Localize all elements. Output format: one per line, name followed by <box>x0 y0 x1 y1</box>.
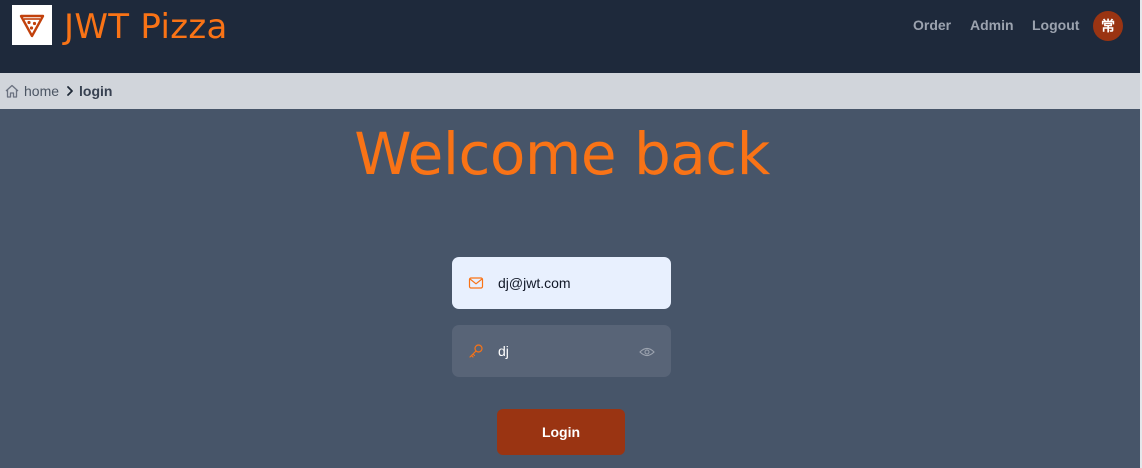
pizza-slice-icon <box>18 11 46 39</box>
brand-title[interactable]: JWT Pizza <box>64 7 228 47</box>
page-title: Welcome back <box>354 120 770 188</box>
eye-icon[interactable] <box>639 346 655 358</box>
logo[interactable] <box>12 5 52 45</box>
email-field[interactable] <box>452 257 671 309</box>
home-icon[interactable] <box>4 83 20 99</box>
nav-admin-link[interactable]: Admin <box>970 17 1014 33</box>
nav-order-link[interactable]: Order <box>913 17 951 33</box>
breadcrumb-home-link[interactable]: home <box>24 83 59 99</box>
login-button[interactable]: Login <box>497 409 625 455</box>
key-icon <box>468 343 484 359</box>
user-avatar[interactable]: 常 <box>1093 11 1123 41</box>
breadcrumb: home login <box>0 73 1140 109</box>
email-input[interactable] <box>496 274 640 292</box>
password-input[interactable] <box>496 342 640 360</box>
breadcrumb-current: login <box>79 83 113 99</box>
mail-icon <box>468 275 484 291</box>
top-navbar: JWT Pizza Order Admin Logout 常 <box>0 0 1140 73</box>
chevron-right-icon <box>65 85 75 97</box>
nav-logout-link[interactable]: Logout <box>1032 17 1079 33</box>
password-field[interactable] <box>452 325 671 377</box>
